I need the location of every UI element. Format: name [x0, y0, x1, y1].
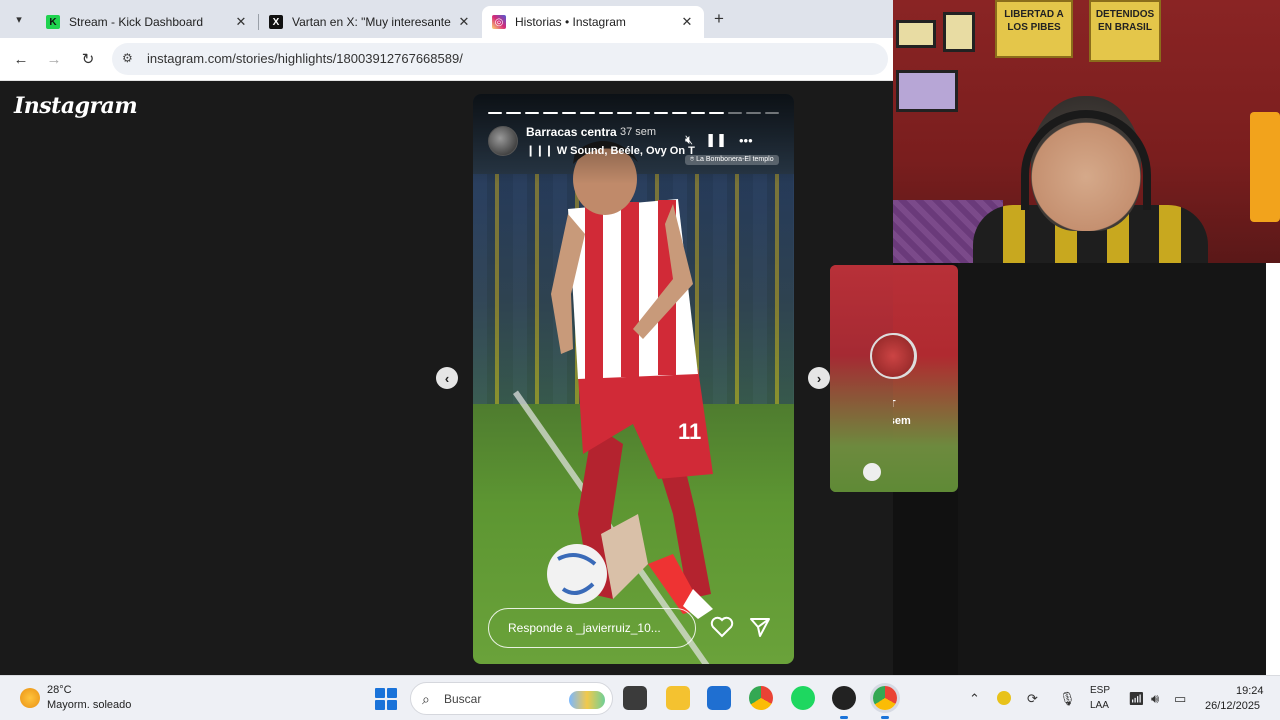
- tab-kick-dashboard[interactable]: K Stream - Kick Dashboard ✕: [36, 6, 258, 38]
- scrollbar[interactable]: [1266, 263, 1280, 675]
- story-reply-input[interactable]: Responde a _javierruiz_10...: [488, 608, 696, 648]
- url-text: instagram.com/stories/highlights/1800391…: [147, 51, 463, 66]
- story-controls: 🔇︎ ❚❚ •••: [685, 132, 753, 148]
- story-progress-bar: [488, 112, 779, 115]
- outlook-icon[interactable]: [707, 686, 731, 710]
- tab-close-icon[interactable]: ✕: [457, 14, 471, 30]
- like-heart-icon[interactable]: [710, 616, 734, 638]
- location-name: La Bombonera-El templo: [696, 156, 774, 163]
- file-explorer-icon[interactable]: [666, 686, 690, 710]
- site-settings-icon[interactable]: ⚙: [122, 51, 133, 65]
- mute-icon[interactable]: 🔇︎: [685, 132, 693, 148]
- wifi-icon[interactable]: 📶︎: [1128, 691, 1145, 707]
- next-story-preview-left[interactable]: [830, 265, 916, 492]
- webcam-overlay: LIBERTAD A LOS PIBES DETENIDOS EN BRASIL: [893, 0, 1280, 263]
- active-app-indicator: [881, 716, 889, 719]
- next-story-preview-extension[interactable]: AT 117 sem: [868, 265, 958, 492]
- microphone-icon[interactable]: 🎙︎: [1059, 691, 1076, 707]
- music-title: W Sound, Beéle, Ovy On T: [556, 145, 695, 157]
- tab-close-icon[interactable]: ✕: [680, 14, 694, 30]
- story-timestamp: 37 sem: [620, 126, 657, 138]
- kick-favicon-icon: K: [46, 15, 60, 29]
- clock-date[interactable]: 26/12/2025: [1205, 700, 1260, 712]
- tray-app-icon[interactable]: [997, 691, 1011, 705]
- next-story-button[interactable]: ›: [808, 367, 830, 389]
- windows-start-icon[interactable]: [375, 688, 397, 710]
- right-empty-panel: [958, 263, 1280, 675]
- instagram-favicon-icon: ◎: [492, 15, 506, 29]
- battery-icon[interactable]: ▭: [1174, 691, 1186, 707]
- send-share-icon[interactable]: [749, 616, 771, 638]
- instagram-logo[interactable]: Instagram: [14, 93, 138, 119]
- wall-photo-frame: [896, 70, 958, 112]
- taskbar-search[interactable]: ⌕ Buscar: [410, 682, 613, 715]
- tab-title: Historias • Instagram: [515, 15, 626, 29]
- reload-icon[interactable]: ↻: [77, 48, 99, 70]
- instagram-stories-page: Instagram 11 Barracas centra 37 sem ❙❙❙ …: [0, 81, 893, 675]
- tab-close-icon[interactable]: ✕: [234, 14, 248, 30]
- chrome-active-icon[interactable]: [873, 686, 897, 710]
- tray-sync-icon[interactable]: ⟳: [1027, 691, 1038, 707]
- tab-title: Stream - Kick Dashboard: [69, 15, 204, 29]
- obs-icon[interactable]: [832, 686, 856, 710]
- active-app-indicator: [840, 716, 848, 719]
- next-story-avatar-ring: [870, 333, 916, 379]
- task-view-icon[interactable]: [623, 686, 647, 710]
- cup: [1250, 112, 1280, 222]
- story-location-tag[interactable]: ⌾ La Bombonera-El templo: [685, 155, 779, 165]
- story-music-label[interactable]: ❙❙❙ W Sound, Beéle, Ovy On T: [526, 144, 695, 157]
- pause-icon[interactable]: ❚❚: [705, 132, 727, 148]
- volume-icon[interactable]: 🔊︎: [1151, 691, 1159, 707]
- story-avatar[interactable]: [488, 126, 518, 156]
- tab-search-chevron-icon[interactable]: ▾: [8, 8, 30, 30]
- tray-chevron-up-icon[interactable]: ⌃: [969, 691, 980, 707]
- poster-libertad: LIBERTAD A LOS PIBES: [995, 0, 1073, 58]
- search-highlight-art: [569, 691, 605, 709]
- tab-instagram-stories[interactable]: ◎ Historias • Instagram ✕: [482, 6, 704, 38]
- keyboard-layout[interactable]: LAA: [1090, 700, 1109, 711]
- back-arrow-icon[interactable]: ←: [10, 48, 32, 70]
- previous-story-button[interactable]: ‹: [436, 367, 458, 389]
- new-tab-icon[interactable]: +: [709, 9, 729, 29]
- svg-text:11: 11: [678, 419, 701, 444]
- address-bar[interactable]: ⚙ instagram.com/stories/highlights/18003…: [112, 43, 888, 75]
- browser-toolbar: ← → ↻ ⚙ instagram.com/stories/highlights…: [0, 38, 893, 81]
- search-icon: ⌕: [422, 691, 430, 707]
- x-favicon-icon: X: [269, 15, 283, 29]
- forward-arrow-icon[interactable]: →: [43, 48, 65, 70]
- sun-weather-icon[interactable]: [20, 688, 40, 708]
- browser-tab-bar: ▾ K Stream - Kick Dashboard ✕ X Vartan e…: [0, 0, 893, 38]
- wall-photo-frame: [896, 20, 936, 48]
- tab-title: Vartan en X: "Muy interesante l: [292, 15, 451, 29]
- more-options-icon[interactable]: •••: [739, 133, 753, 148]
- tab-x-vartan[interactable]: X Vartan en X: "Muy interesante l ✕: [259, 6, 481, 38]
- ball-thumbnail: [863, 463, 881, 481]
- weather-temperature[interactable]: 28°C: [47, 684, 72, 696]
- spotify-icon[interactable]: [791, 686, 815, 710]
- weather-description[interactable]: Mayorm. soleado: [47, 699, 131, 711]
- story-username[interactable]: Barracas centra: [526, 125, 617, 139]
- language-code[interactable]: ESP: [1090, 685, 1110, 696]
- music-bars-icon: ❙❙❙: [526, 145, 557, 157]
- clock-time[interactable]: 19:24: [1236, 685, 1264, 697]
- windows-taskbar: 28°C Mayorm. soleado ⌕ Buscar ⌃ ⟳ 🎙︎ ESP…: [0, 675, 1280, 720]
- poster-detenidos: DETENIDOS EN BRASIL: [1089, 0, 1161, 62]
- story-viewer[interactable]: 11 Barracas centra 37 sem ❙❙❙ W Sound, B…: [473, 94, 794, 664]
- search-placeholder: Buscar: [444, 692, 482, 706]
- wall-photo-frame: [943, 12, 975, 52]
- chrome-icon[interactable]: [749, 686, 773, 710]
